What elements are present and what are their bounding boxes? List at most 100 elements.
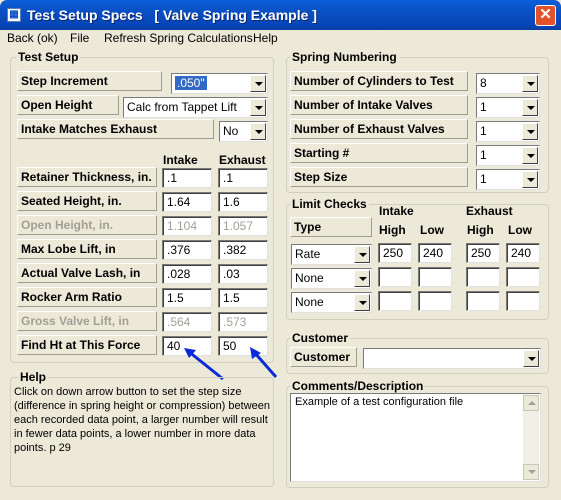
seated-height-intake-input[interactable]: 1.64 [162, 192, 212, 212]
rocker-arm-ratio-intake-input[interactable]: 1.5 [162, 288, 212, 308]
limit-type-select[interactable]: None [291, 268, 372, 289]
limit-type-select[interactable]: None [291, 292, 372, 313]
open-height-select[interactable]: Calc from Tappet Lift [123, 97, 268, 118]
number-of-exhaust-valves-label: Number of Exhaust Valves [294, 122, 445, 136]
exhaust-low-header: Low [508, 223, 532, 237]
close-button[interactable]: ✕ [535, 5, 556, 26]
starting-number-select[interactable]: 1 [476, 145, 540, 166]
rocker-arm-ratio-exhaust-input[interactable]: 1.5 [218, 288, 268, 308]
spec-row-label-box: Open Height, in. [17, 215, 157, 235]
intake-matches-exhaust-select[interactable]: No [219, 121, 268, 142]
max-lobe-lift-exhaust-input[interactable]: .382 [218, 240, 268, 260]
number-of-cylinders-select[interactable]: 8 [476, 73, 540, 94]
actual-valve-lash-exhaust-input[interactable]: .03 [218, 264, 268, 284]
customer-select[interactable] [363, 348, 541, 369]
limit-intake-low-input[interactable] [418, 267, 452, 287]
seated-height-exhaust-input[interactable]: 1.6 [218, 192, 268, 212]
spec-row-label-box: Gross Valve Lift, in [17, 311, 157, 331]
arrow-icon [250, 347, 278, 378]
actual-valve-lash-intake-input[interactable]: .028 [162, 264, 212, 284]
chevron-down-icon[interactable] [522, 171, 538, 188]
intake-matches-exhaust-label: Intake Matches Exhaust [21, 122, 158, 136]
comments-scrollbar[interactable] [523, 395, 539, 480]
limit-intake-high-input[interactable] [378, 267, 412, 287]
step-size-label: Step Size [294, 170, 348, 184]
gross-valve-lift-label: Gross Valve Lift, in [21, 314, 130, 328]
limit-exhaust-low-input[interactable] [506, 267, 540, 287]
number-of-intake-valves-label: Number of Intake Valves [294, 98, 433, 112]
limit-intake-low-input[interactable] [418, 291, 452, 311]
find-ht-at-force-label: Find Ht at This Force [21, 338, 141, 352]
menu-help[interactable]: Help [253, 31, 278, 45]
test-setup-title: Test Setup [16, 50, 81, 64]
scroll-up-icon[interactable] [523, 395, 539, 411]
step-increment-label: Step Increment [21, 74, 108, 88]
open-height-value: Calc from Tappet Lift [127, 100, 237, 114]
number-of-cylinders-label: Number of Cylinders to Test [294, 74, 454, 88]
limit-intake-low-input[interactable]: 240 [418, 243, 452, 263]
number-of-intake-valves-select[interactable]: 1 [476, 97, 540, 118]
limit-type-value: Rate [295, 247, 321, 261]
chevron-down-icon[interactable] [354, 246, 370, 263]
limit-exhaust-low-input[interactable]: 240 [506, 243, 540, 263]
spec-row-label-box: Retainer Thickness, in. [17, 167, 157, 187]
chevron-down-icon[interactable] [522, 99, 538, 116]
rocker-arm-ratio-label: Rocker Arm Ratio [21, 290, 122, 304]
spec-row-label-box: Seated Height, in. [17, 191, 157, 211]
chevron-down-icon[interactable] [522, 147, 538, 164]
limit-type-select[interactable]: Rate [291, 244, 372, 265]
number-of-cylinders-value: 8 [480, 76, 487, 90]
spring-numbering-label-box: Number of Intake Valves [290, 95, 468, 115]
customer-label: Customer [294, 350, 351, 364]
menu-refresh-spring-calculations[interactable]: Refresh Spring Calculations [104, 31, 253, 45]
customer-label-box: Customer [290, 347, 357, 367]
retainer-thickness-intake-input[interactable]: .1 [162, 168, 212, 188]
limit-type-value: None [295, 271, 324, 285]
limit-type-value: None [295, 295, 324, 309]
comments-textarea[interactable]: Example of a test configuration file [290, 393, 541, 482]
scroll-down-icon[interactable] [523, 464, 539, 480]
chevron-down-icon[interactable] [523, 350, 539, 367]
chevron-down-icon[interactable] [250, 123, 266, 140]
limit-exhaust-high-input[interactable] [466, 267, 500, 287]
chevron-down-icon[interactable] [250, 75, 266, 92]
limit-intake-high-input[interactable]: 250 [378, 243, 412, 263]
seated-height-label: Seated Height, in. [21, 194, 122, 208]
starting-number-value: 1 [480, 148, 487, 162]
spring-numbering-label-box: Number of Cylinders to Test [290, 71, 468, 91]
chevron-down-icon[interactable] [522, 75, 538, 92]
gross-valve-lift-exhaust-readonly: .573 [218, 312, 268, 332]
retainer-thickness-exhaust-input[interactable]: .1 [218, 168, 268, 188]
spec-row-label-box: Actual Valve Lash, in [17, 263, 157, 283]
chevron-down-icon[interactable] [354, 270, 370, 287]
step-increment-value: .050" [175, 76, 207, 90]
limit-intake-header: Intake [379, 204, 414, 218]
number-of-exhaust-valves-value: 1 [480, 124, 487, 138]
gross-valve-lift-intake-readonly: .564 [162, 312, 212, 332]
limit-exhaust-high-input[interactable] [466, 291, 500, 311]
chevron-down-icon[interactable] [250, 99, 266, 116]
limit-type-label: Type [294, 220, 322, 234]
app-window-icon[interactable]: ▦ [7, 8, 21, 22]
chevron-down-icon[interactable] [522, 123, 538, 140]
limit-exhaust-high-input[interactable]: 250 [466, 243, 500, 263]
menu-back-ok[interactable]: Back (ok) [7, 31, 58, 45]
open-height-label-box: Open Height [17, 95, 119, 115]
intake-matches-exhaust-label-box: Intake Matches Exhaust [17, 119, 214, 139]
intake-matches-exhaust-value: No [223, 124, 239, 138]
limit-intake-high-input[interactable] [378, 291, 412, 311]
menu-file[interactable]: File [70, 31, 89, 45]
spring-numbering-label-box: Starting # [290, 143, 468, 163]
spring-numbering-label-box: Number of Exhaust Valves [290, 119, 468, 139]
max-lobe-lift-label: Max Lobe Lift, in [21, 242, 116, 256]
number-of-exhaust-valves-select[interactable]: 1 [476, 121, 540, 142]
starting-number-label: Starting # [294, 146, 350, 160]
spec-row-label-box: Max Lobe Lift, in [17, 239, 157, 259]
window-title: Test Setup Specs [ Valve Spring Example … [27, 7, 317, 23]
step-increment-select[interactable]: .050" [171, 73, 268, 94]
limit-checks-title: Limit Checks [290, 197, 369, 211]
limit-exhaust-low-input[interactable] [506, 291, 540, 311]
chevron-down-icon[interactable] [354, 294, 370, 311]
max-lobe-lift-intake-input[interactable]: .376 [162, 240, 212, 260]
step-size-select[interactable]: 1 [476, 169, 540, 190]
